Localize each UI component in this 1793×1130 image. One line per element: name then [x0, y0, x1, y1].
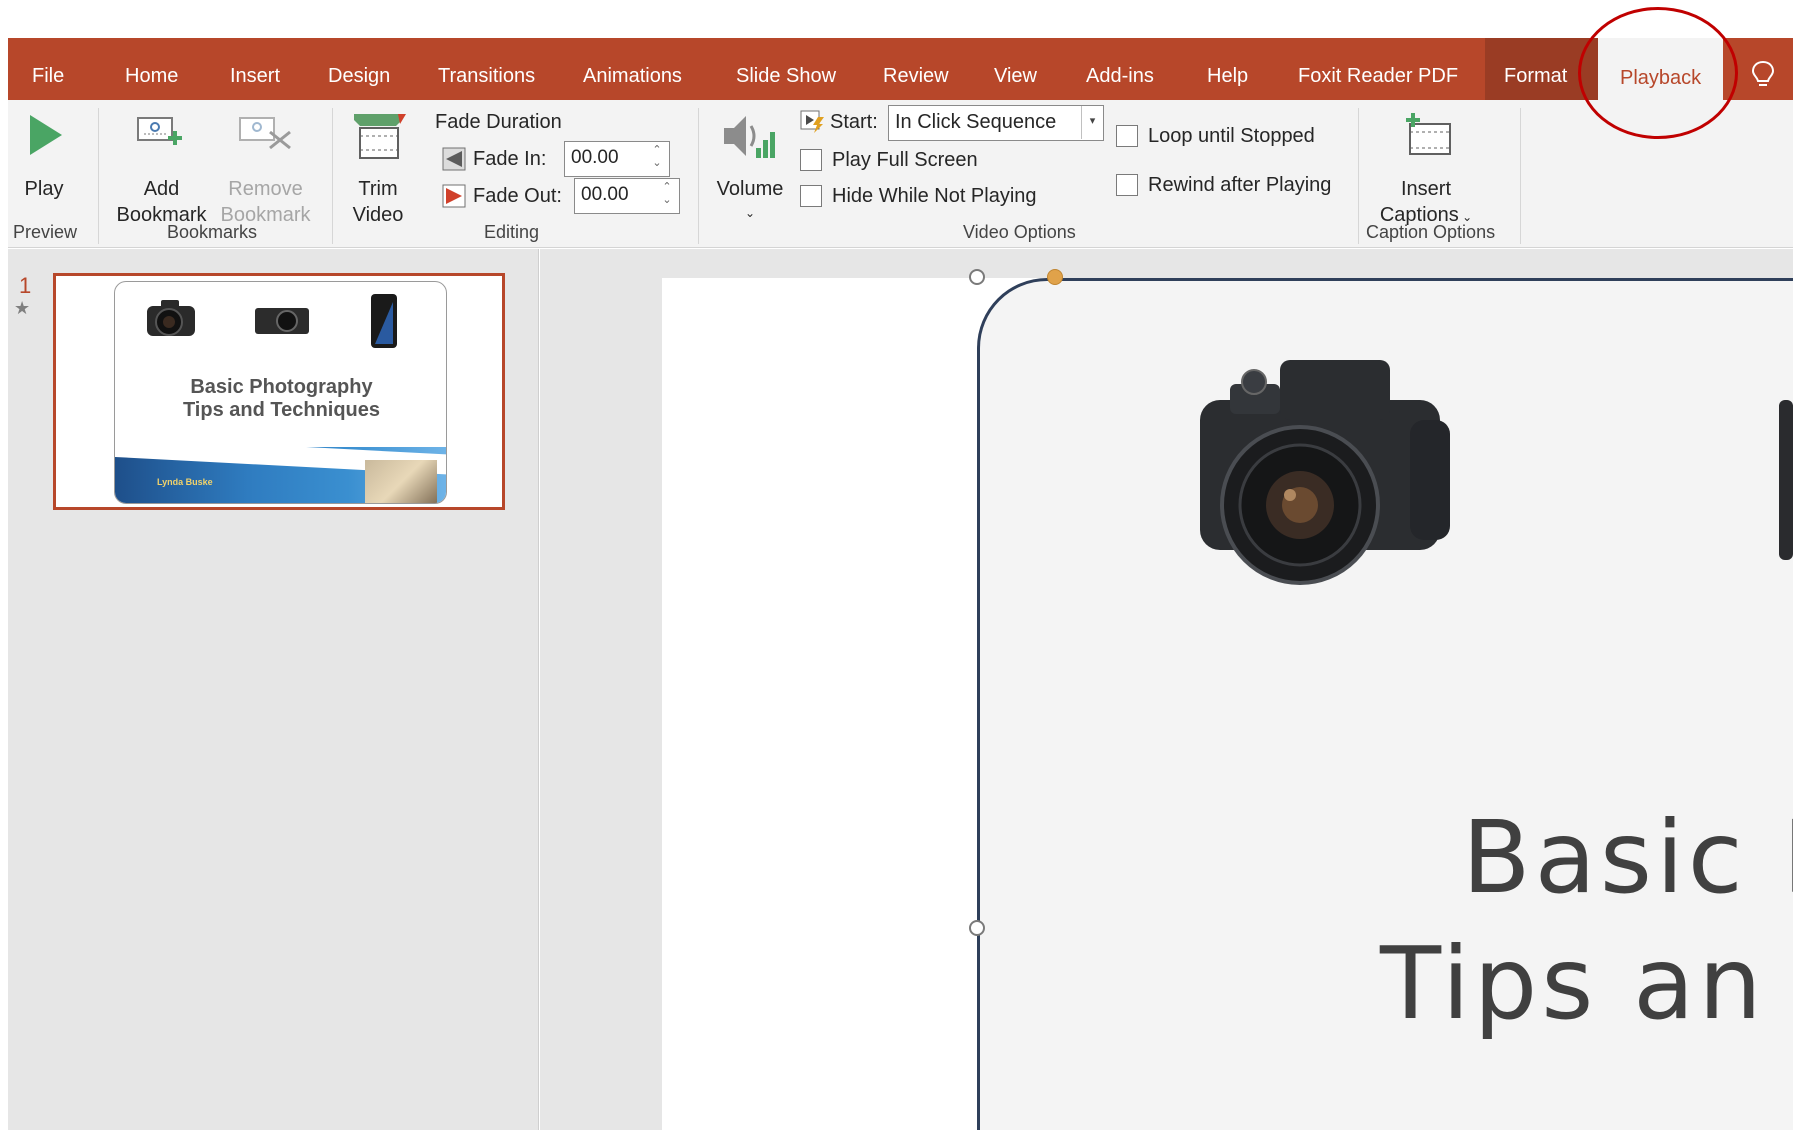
ribbon-playback: Play Preview Add Bookmark Remove Bookmar…	[8, 100, 1793, 248]
thumbnail-title-line2: Tips and Techniques	[182, 399, 381, 421]
start-label: Start:	[830, 111, 878, 133]
resize-handle-top-left[interactable]	[969, 269, 985, 285]
play-full-screen-label: Play Full Screen	[832, 149, 978, 171]
lightbulb-icon[interactable]	[1750, 60, 1776, 90]
group-label-preview: Preview	[13, 222, 78, 242]
add-bookmark-icon	[137, 117, 182, 145]
tab-format[interactable]: Format	[1504, 38, 1567, 100]
slide-title-line2: Tips an	[1380, 925, 1766, 1042]
fade-out-label: Fade Out:	[473, 185, 562, 207]
tab-add-ins[interactable]: Add-ins	[1086, 38, 1154, 100]
fade-out-input[interactable]: 00.00 ⌃ ⌄	[574, 178, 680, 214]
add-bookmark-label-line1: Add	[143, 178, 180, 200]
remove-bookmark-button: Remove Bookmark	[218, 110, 313, 226]
volume-dropdown-arrow: ⌄	[744, 206, 756, 220]
tab-help[interactable]: Help	[1207, 38, 1248, 100]
group-label-editing: Editing	[484, 222, 540, 242]
group-separator	[98, 108, 99, 244]
adjustment-handle[interactable]	[1047, 269, 1063, 285]
play-icon	[30, 115, 62, 155]
group-separator	[698, 108, 699, 244]
volume-icon	[724, 116, 775, 158]
fade-in-icon	[442, 147, 466, 171]
trim-video-label-line1: Trim	[358, 178, 398, 200]
trim-video-label: Trim Video	[348, 176, 408, 228]
remove-bookmark-label-line1: Remove	[228, 178, 303, 200]
group-label-caption-options: Caption Options	[1366, 222, 1496, 242]
group-label-bookmarks: Bookmarks	[167, 222, 258, 242]
tab-slide-show[interactable]: Slide Show	[736, 38, 836, 100]
dslr-camera-icon	[147, 300, 195, 336]
fade-out-spinner[interactable]: ⌃ ⌄	[659, 181, 675, 211]
volume-label: Volume	[716, 178, 784, 200]
add-bookmark-button[interactable]: Add Bookmark	[114, 110, 209, 226]
play-button[interactable]: Play	[18, 110, 70, 215]
tab-foxit-reader-pdf[interactable]: Foxit Reader PDF	[1298, 38, 1458, 100]
add-bookmark-label: Add Bookmark	[114, 176, 209, 228]
hide-while-not-playing-checkbox[interactable]	[800, 185, 822, 207]
canon-camera-image	[1200, 360, 1450, 585]
partial-camera-image	[1779, 400, 1793, 560]
insert-captions-icon	[1406, 113, 1451, 155]
tab-view[interactable]: View	[994, 38, 1037, 100]
fade-in-value: 00.00	[571, 147, 619, 168]
tab-design[interactable]: Design	[328, 38, 390, 100]
slide-title[interactable]: Basic P Tips an	[1380, 795, 1793, 1047]
smartphone-icon	[371, 294, 397, 348]
volume-button[interactable]: Volume ⌄	[712, 110, 788, 225]
compact-camera-icon	[255, 308, 309, 334]
group-separator	[1520, 108, 1521, 244]
group-separator	[332, 108, 333, 244]
slide-title-line1: Basic P	[1462, 799, 1793, 916]
hide-while-not-playing-label: Hide While Not Playing	[832, 185, 1037, 207]
remove-bookmark-icon	[239, 117, 291, 150]
annotation-circle	[1578, 7, 1738, 139]
loop-until-stopped-checkbox[interactable]	[1116, 125, 1138, 147]
animation-star-icon: ★	[14, 298, 31, 318]
remove-bookmark-label: Remove Bookmark	[218, 176, 313, 228]
tab-insert[interactable]: Insert	[230, 38, 280, 100]
play-full-screen-checkbox[interactable]	[800, 149, 822, 171]
group-separator	[1358, 108, 1359, 244]
thumbnail-author: Lynda Buske	[157, 477, 213, 487]
start-icon	[800, 110, 824, 133]
resize-handle-left[interactable]	[969, 920, 985, 936]
insert-captions-button[interactable]: Insert Captions ⌄	[1376, 110, 1476, 226]
tab-home[interactable]: Home	[125, 38, 178, 100]
fade-out-icon	[442, 184, 466, 208]
thumbnail-title-line1: Basic Photography	[190, 376, 373, 398]
ribbon-tab-bar: File Home Insert Design Transitions Anim…	[8, 38, 1793, 100]
tab-animations[interactable]: Animations	[583, 38, 682, 100]
chevron-down-icon[interactable]: ▾	[1081, 106, 1103, 139]
start-dropdown[interactable]: In Click Sequence ▾	[888, 105, 1104, 141]
start-dropdown-value: In Click Sequence	[895, 111, 1057, 133]
trim-video-button[interactable]: Trim Video	[348, 110, 408, 226]
fade-in-input[interactable]: 00.00 ⌃ ⌄	[564, 141, 670, 177]
rewind-after-playing-checkbox[interactable]	[1116, 174, 1138, 196]
insert-captions-label-line1: Insert	[1400, 178, 1452, 200]
fade-in-label: Fade In:	[473, 148, 547, 170]
slide-thumbnail[interactable]: Basic Photography Tips and Techniques Ly…	[53, 273, 505, 510]
loop-until-stopped-label: Loop until Stopped	[1148, 125, 1315, 147]
play-label: Play	[24, 178, 64, 200]
thumbnail-slide-content: Basic Photography Tips and Techniques Ly…	[114, 281, 447, 504]
thumbnail-title: Basic Photography Tips and Techniques	[115, 376, 446, 422]
trim-video-icon	[354, 114, 406, 159]
rewind-after-playing-label: Rewind after Playing	[1148, 174, 1332, 196]
slide-number: 1	[19, 273, 32, 298]
tab-review[interactable]: Review	[883, 38, 949, 100]
fade-in-spinner[interactable]: ⌃ ⌄	[649, 144, 665, 174]
group-label-video-options: Video Options	[963, 222, 1076, 242]
trim-video-label-line2: Video	[352, 204, 404, 226]
tab-transitions[interactable]: Transitions	[438, 38, 535, 100]
fade-duration-label: Fade Duration	[435, 111, 562, 133]
thumbnail-author-photo	[365, 460, 437, 503]
fade-out-value: 00.00	[581, 184, 629, 205]
tab-file[interactable]: File	[32, 38, 64, 100]
